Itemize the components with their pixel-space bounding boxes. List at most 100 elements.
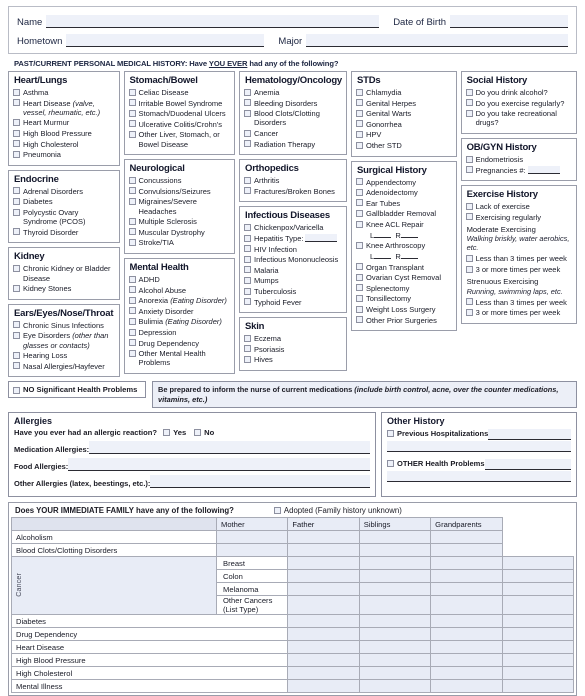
checklist-item[interactable]: Bulimia (Eating Disorder) bbox=[128, 317, 231, 326]
checkbox-icon[interactable] bbox=[13, 99, 20, 107]
checkbox-icon[interactable] bbox=[356, 88, 363, 96]
major-input[interactable] bbox=[306, 34, 568, 47]
checklist-item[interactable]: Pneumonia bbox=[13, 150, 115, 159]
checkbox-icon[interactable] bbox=[244, 99, 251, 107]
checklist-item[interactable]: Gallbladder Removal bbox=[356, 209, 452, 218]
checkbox-icon[interactable] bbox=[13, 284, 20, 292]
checkbox-icon[interactable] bbox=[128, 238, 136, 246]
checkbox-icon[interactable] bbox=[465, 166, 473, 174]
hepatitis-type-input[interactable] bbox=[305, 233, 338, 242]
cell-mother[interactable] bbox=[287, 640, 360, 655]
left-input[interactable] bbox=[374, 257, 392, 259]
checkbox-icon[interactable] bbox=[244, 276, 251, 284]
cell-grandparents[interactable] bbox=[430, 543, 503, 558]
previous-hospitalizations-item[interactable]: Previous Hospitalizations bbox=[387, 429, 571, 441]
checkbox-icon[interactable] bbox=[356, 294, 363, 302]
checkbox-icon[interactable] bbox=[128, 217, 136, 225]
checkbox-icon[interactable] bbox=[128, 187, 136, 195]
checkbox-icon[interactable] bbox=[13, 386, 20, 394]
cell-siblings[interactable] bbox=[430, 582, 503, 597]
previous-hospitalizations-input-1[interactable] bbox=[488, 429, 571, 441]
checklist-item[interactable]: Pregnancies #: bbox=[465, 165, 572, 175]
checklist-item[interactable]: Psoriasis bbox=[244, 345, 342, 354]
checklist-item[interactable]: Radiation Therapy bbox=[244, 140, 342, 149]
cell-mother[interactable] bbox=[215, 543, 289, 558]
cell-siblings[interactable] bbox=[430, 640, 503, 655]
checklist-item[interactable]: Do you exercise regularly? bbox=[465, 99, 572, 108]
checklist-item[interactable]: Fractures/Broken Bones bbox=[244, 187, 342, 196]
checkbox-icon[interactable] bbox=[128, 286, 136, 294]
cell-father[interactable] bbox=[358, 614, 432, 629]
checklist-item[interactable]: Blood Clots/Clotting Disorders bbox=[244, 109, 342, 127]
checklist-item[interactable]: Other Mental Health Problems bbox=[128, 349, 231, 367]
checklist-item[interactable]: Infectious Mononucleosis bbox=[244, 255, 342, 264]
checkbox-icon-adopted[interactable] bbox=[273, 507, 281, 515]
checkbox-icon[interactable] bbox=[13, 351, 20, 359]
cell-siblings[interactable] bbox=[430, 556, 503, 571]
cell-father[interactable] bbox=[358, 640, 432, 655]
checklist-item[interactable]: Chronic Kidney or Bladder Disease bbox=[13, 264, 115, 283]
checklist-item[interactable]: Stomach/Duodenal Ulcers bbox=[128, 109, 231, 118]
checklist-item[interactable]: Lack of exercise bbox=[465, 202, 572, 211]
no-significant-health-problems-option[interactable]: NO Significant Health Problems bbox=[8, 381, 146, 399]
cell-grandparents[interactable] bbox=[501, 582, 575, 597]
checkbox-icon[interactable] bbox=[387, 459, 394, 467]
checklist-item[interactable]: Knee Arthroscopy bbox=[356, 241, 452, 250]
checklist-item[interactable]: Less than 3 times per week bbox=[465, 254, 572, 263]
checklist-item[interactable]: Ear Tubes bbox=[356, 199, 452, 208]
cell-mother[interactable] bbox=[287, 666, 360, 681]
checkbox-icon-no[interactable] bbox=[194, 429, 202, 437]
cell-father[interactable] bbox=[358, 595, 432, 616]
checkbox-icon[interactable] bbox=[244, 255, 251, 263]
cell-father[interactable] bbox=[358, 556, 432, 571]
checkbox-icon[interactable] bbox=[465, 109, 473, 117]
checkbox-icon[interactable] bbox=[128, 120, 136, 128]
checklist-item[interactable]: Alcohol Abuse bbox=[128, 286, 231, 295]
checklist-item[interactable]: HPV bbox=[356, 130, 452, 139]
cell-siblings[interactable] bbox=[430, 679, 503, 694]
checklist-item[interactable]: Anemia bbox=[244, 88, 342, 97]
checkbox-icon[interactable] bbox=[244, 88, 251, 96]
cell-grandparents[interactable] bbox=[501, 679, 575, 694]
checklist-item[interactable]: ADHD bbox=[128, 275, 231, 284]
checkbox-icon[interactable] bbox=[356, 120, 363, 128]
checkbox-icon[interactable] bbox=[244, 187, 251, 195]
checkbox-icon[interactable] bbox=[13, 140, 20, 148]
checkbox-icon[interactable] bbox=[356, 109, 363, 117]
checklist-item[interactable]: Eye Disorders (other than glasses or con… bbox=[13, 331, 115, 350]
checkbox-icon[interactable] bbox=[465, 202, 473, 210]
checkbox-icon[interactable] bbox=[356, 130, 363, 138]
checklist-item[interactable]: Tonsillectomy bbox=[356, 294, 452, 303]
checkbox-icon-yes[interactable] bbox=[163, 429, 171, 437]
hometown-input[interactable] bbox=[66, 34, 265, 47]
medication-allergies-input[interactable] bbox=[89, 441, 370, 455]
checklist-item[interactable]: Malaria bbox=[244, 266, 342, 275]
checkbox-icon[interactable] bbox=[128, 130, 136, 138]
checkbox-icon[interactable] bbox=[128, 339, 136, 347]
checkbox-icon[interactable] bbox=[128, 317, 136, 325]
cell-grandparents[interactable] bbox=[501, 595, 575, 616]
checklist-item[interactable]: Ovarian Cyst Removal bbox=[356, 273, 452, 282]
checklist-item[interactable]: Organ Transplant bbox=[356, 263, 452, 272]
checkbox-icon[interactable] bbox=[13, 331, 20, 339]
cell-siblings[interactable] bbox=[358, 543, 432, 558]
checkbox-icon[interactable] bbox=[13, 118, 20, 126]
checklist-item[interactable]: Endometriosis bbox=[465, 155, 572, 164]
checklist-item[interactable]: Multiple Sclerosis bbox=[128, 217, 231, 226]
checkbox-icon[interactable] bbox=[244, 298, 251, 306]
checkbox-icon[interactable] bbox=[465, 265, 473, 273]
checklist-item[interactable]: Mumps bbox=[244, 276, 342, 285]
cell-grandparents[interactable] bbox=[501, 666, 575, 681]
checklist-item[interactable]: Polycystic Ovary Syndrome (PCOS) bbox=[13, 208, 115, 226]
checklist-item[interactable]: Adrenal Disorders bbox=[13, 187, 115, 196]
checkbox-icon[interactable] bbox=[128, 228, 136, 236]
food-allergies-input[interactable] bbox=[68, 458, 370, 472]
checkbox-icon[interactable] bbox=[128, 275, 136, 283]
checklist-item[interactable]: Ulcerative Colitis/Crohn's bbox=[128, 120, 231, 129]
checklist-item[interactable]: Concussions bbox=[128, 176, 231, 185]
other-health-problems-input-2[interactable] bbox=[387, 471, 571, 483]
cell-mother[interactable] bbox=[287, 595, 360, 616]
checklist-item[interactable]: Celiac Disease bbox=[128, 88, 231, 97]
checklist-item[interactable]: Migraines/Severe Headaches bbox=[128, 197, 231, 216]
checklist-item[interactable]: Asthma bbox=[13, 88, 115, 97]
